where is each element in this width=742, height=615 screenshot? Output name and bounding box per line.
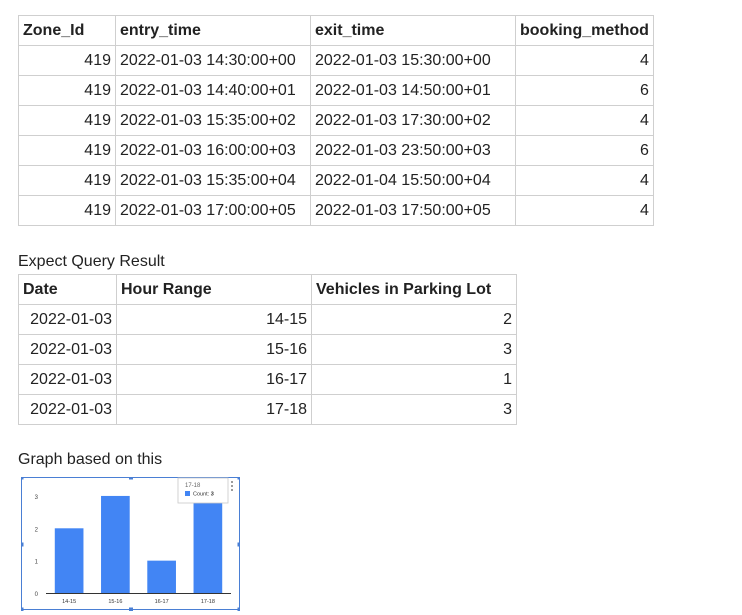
table-cell: 4 — [515, 165, 654, 196]
table-cell: 2022-01-03 17:30:00+02 — [310, 105, 516, 136]
table-cell: 17-18 — [116, 394, 312, 425]
tooltip-title: 17-18 — [185, 483, 201, 489]
table-row: 2022-01-03 16-17 1 — [18, 364, 517, 395]
table-row: 419 2022-01-03 14:40:00+01 2022-01-03 14:5… — [18, 75, 654, 106]
table-row: 2022-01-03 17-18 3 — [18, 394, 517, 425]
tooltip-label: Count: 3 — [193, 492, 214, 498]
table-cell: 2022-01-04 15:50:00+04 — [310, 165, 516, 196]
table-row: 419 2022-01-03 14:30:00+00 2022-01-03 15:3… — [18, 45, 654, 76]
resize-handle — [21, 542, 24, 547]
column-header-hour-range: Hour Range — [116, 274, 312, 305]
table-cell: 2022-01-03 16:00:00+03 — [115, 135, 311, 166]
table-row: 419 2022-01-03 16:00:00+03 2022-01-03 23:5… — [18, 135, 654, 166]
resize-handle — [21, 607, 24, 611]
table-row: 2022-01-03 14-15 2 — [18, 304, 517, 335]
column-header-entry-time: entry_time — [115, 15, 311, 46]
resize-handle — [237, 542, 240, 547]
table-row: 419 2022-01-03 15:35:00+02 2022-01-03 17:3… — [18, 105, 654, 136]
bar — [193, 495, 223, 593]
table-cell: 14-15 — [116, 304, 312, 335]
chart-menu-icon — [231, 489, 233, 491]
y-tick-label: 3 — [35, 495, 39, 501]
table-cell: 6 — [515, 75, 654, 106]
table-cell: 15-16 — [116, 334, 312, 365]
y-tick-label: 1 — [35, 560, 39, 566]
table-cell: 419 — [18, 45, 116, 76]
table-cell: 2022-01-03 14:50:00+01 — [310, 75, 516, 106]
table-header-row: Zone_Id entry_time exit_time booking_met… — [18, 15, 654, 46]
x-tick-label: 17-18 — [201, 599, 215, 605]
column-header-zone-id: Zone_Id — [18, 15, 116, 46]
table-cell: 419 — [18, 135, 116, 166]
y-tick-label: 2 — [35, 527, 39, 533]
table-cell: 6 — [515, 135, 654, 166]
table-cell: 2022-01-03 14:30:00+00 — [115, 45, 311, 76]
x-tick-label: 14-15 — [62, 599, 76, 605]
table-cell: 2022-01-03 15:35:00+04 — [115, 165, 311, 196]
parking-records-table: Zone_Id entry_time exit_time booking_met… — [18, 15, 654, 226]
x-tick-label: 16-17 — [155, 599, 169, 605]
bar-chart: 0 1 2 3 14-15 15-16 16-17 17-18 17-18 Count: 3 — [21, 477, 240, 611]
chart-menu-icon — [231, 481, 233, 483]
resize-handle — [237, 477, 240, 480]
table-cell: 419 — [18, 105, 116, 136]
x-tick-label: 15-16 — [108, 599, 122, 605]
table-cell: 2022-01-03 — [18, 304, 117, 335]
table-cell: 2022-01-03 — [18, 394, 117, 425]
expected-result-table: Date Hour Range Vehicles in Parking Lot … — [18, 274, 517, 425]
table-cell: 4 — [515, 105, 654, 136]
table-cell: 2022-01-03 23:50:00+03 — [310, 135, 516, 166]
column-header-vehicles: Vehicles in Parking Lot — [311, 274, 517, 305]
tooltip-box — [177, 477, 229, 504]
resize-handle — [129, 477, 133, 480]
bar — [54, 528, 84, 593]
table-cell: 3 — [311, 334, 517, 365]
resize-handle — [129, 607, 133, 611]
table-cell: 2022-01-03 14:40:00+01 — [115, 75, 311, 106]
table-cell: 2022-01-03 15:35:00+02 — [115, 105, 311, 136]
column-header-exit-time: exit_time — [310, 15, 516, 46]
table-header-row: Date Hour Range Vehicles in Parking Lot — [18, 274, 517, 305]
expected-result-caption: Expect Query Result — [18, 253, 165, 270]
table-cell: 419 — [18, 75, 116, 106]
column-header-booking-method: booking_method — [515, 15, 654, 46]
table-row: 419 2022-01-03 17:00:00+05 2022-01-03 17:5… — [18, 195, 654, 226]
table-cell: 419 — [18, 165, 116, 196]
table-cell: 2022-01-03 — [18, 364, 117, 395]
table-cell: 2022-01-03 — [18, 334, 117, 365]
column-header-date: Date — [18, 274, 117, 305]
resize-handle — [237, 607, 240, 611]
table-cell: 419 — [18, 195, 116, 226]
bar — [101, 495, 130, 593]
table-cell: 2022-01-03 15:30:00+00 — [310, 45, 516, 76]
table-cell: 4 — [515, 45, 654, 76]
table-row: 2022-01-03 15-16 3 — [18, 334, 517, 365]
table-cell: 2022-01-03 17:50:00+05 — [310, 195, 516, 226]
table-cell: 3 — [311, 394, 517, 425]
bar — [147, 560, 176, 593]
table-row: 419 2022-01-03 15:35:00+04 2022-01-04 15:5… — [18, 165, 654, 196]
table-cell: 2022-01-03 17:00:00+05 — [115, 195, 311, 226]
tooltip-legend-swatch — [185, 491, 190, 496]
table-cell: 4 — [515, 195, 654, 226]
table-cell: 1 — [311, 364, 517, 395]
graph-caption: Graph based on this — [18, 451, 163, 468]
table-cell: 2 — [311, 304, 517, 335]
embedded-chart[interactable]: 0 1 2 3 14-15 15-16 16-17 17-18 17-18 Count: 3 — [21, 477, 240, 611]
resize-handle — [21, 477, 24, 480]
table-cell: 16-17 — [116, 364, 312, 395]
chart-menu-icon — [231, 485, 233, 487]
y-tick-label: 0 — [35, 592, 39, 598]
